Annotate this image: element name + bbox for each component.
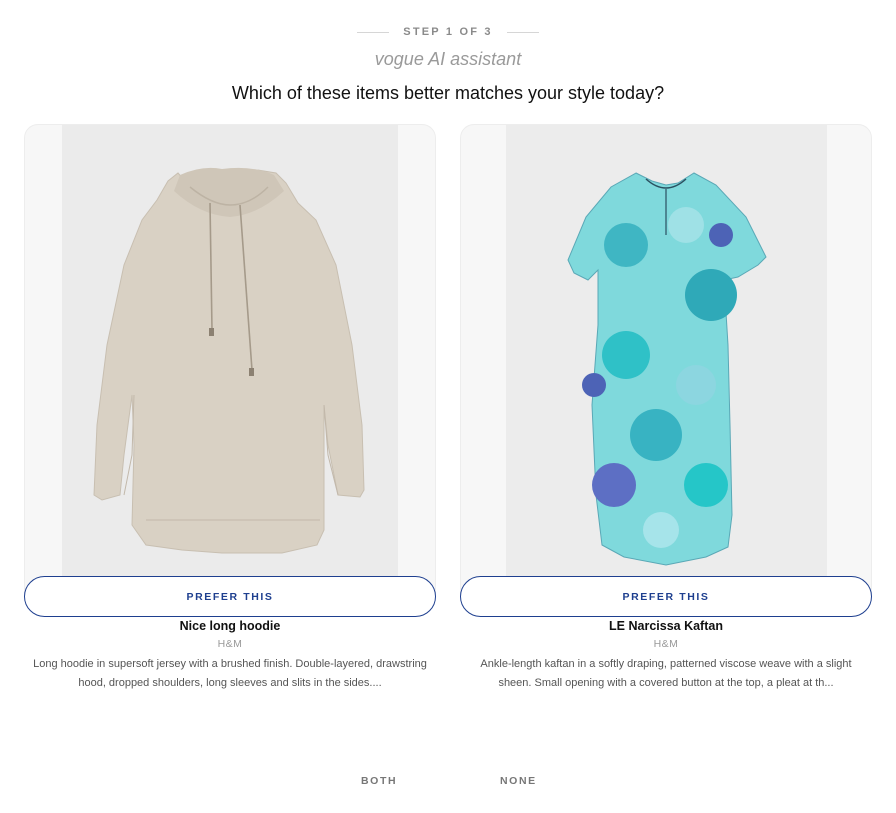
item-image-frame[interactable] [460,124,872,605]
step-indicator: STEP 1 OF 3 [0,24,896,40]
style-quiz-modal: STEP 1 OF 3 vogue AI assistant Which of … [0,0,896,813]
item-description: Ankle-length kaftan in a softly draping,… [480,658,852,689]
item-brand: H&M [217,638,243,650]
kaftan-illustration [506,125,827,604]
prefer-right-button[interactable]: PREFER THIS [460,576,872,617]
prefer-left-button[interactable]: PREFER THIS [24,576,436,617]
beige-hoodie-photo [62,125,398,604]
divider-left [357,31,390,33]
item-name: LE Narcissa Kaftan [609,619,723,633]
item-name: Nice long hoodie [179,619,281,633]
divider-right [506,31,539,33]
item-brand: H&M [653,638,679,650]
item-image-frame[interactable] [24,124,436,605]
hoodie-illustration [62,125,398,604]
none-button[interactable]: NONE [500,775,537,787]
question-title: Which of these items better matches your… [231,83,665,103]
both-button[interactable]: BOTH [361,775,397,787]
assistant-label: vogue AI assistant [374,49,522,69]
floral-kaftan-photo [506,125,827,604]
step-label: STEP 1 OF 3 [403,26,493,38]
item-description: Long hoodie in supersoft jersey with a b… [33,658,427,689]
